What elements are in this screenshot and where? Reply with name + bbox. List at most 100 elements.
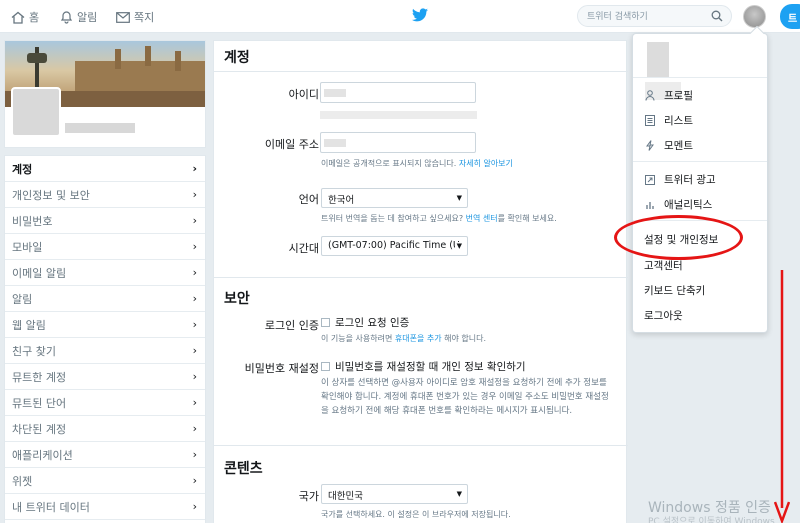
- annotation-down-arrow-icon: [773, 270, 791, 523]
- country-label: 국가: [298, 490, 319, 503]
- security-section-title: 보안: [224, 291, 250, 307]
- country-select[interactable]: 대한민국 ▼: [321, 484, 468, 504]
- list-icon: [644, 115, 656, 126]
- login-verification-checkbox-label[interactable]: 로그인 요청 인증: [335, 315, 409, 330]
- country-help-text: 국가를 선택하세요. 이 설정은 이 브라우저에 저장됩니다.: [321, 510, 511, 519]
- nav-home-label: 홈: [29, 11, 40, 24]
- timezone-label: 시간대: [288, 242, 319, 255]
- username-input[interactable]: [320, 82, 476, 103]
- email-label: 이메일 주소: [264, 138, 319, 151]
- learn-more-link[interactable]: 자세히 알아보기: [459, 159, 513, 168]
- envelope-icon: [116, 11, 130, 23]
- chevron-right-icon: ›: [192, 318, 197, 331]
- sidebar-item-find-friends[interactable]: 친구 찾기 ›: [5, 338, 205, 364]
- bell-icon: [60, 10, 73, 24]
- dropdown-user-redacted: [647, 42, 669, 78]
- sidebar-item-account[interactable]: 계정 ›: [5, 156, 205, 182]
- translation-center-link[interactable]: 번역 센터: [466, 214, 498, 223]
- windows-activation-watermark-sub: PC 설정으로 이동하여 Windows: [648, 517, 775, 523]
- divider: [214, 277, 628, 278]
- search-box[interactable]: [577, 5, 732, 27]
- language-select[interactable]: 한국어 ▼: [321, 188, 468, 208]
- profile-url-redacted: [320, 111, 477, 119]
- top-nav: 홈 알림 쪽지 트: [0, 0, 800, 33]
- annotation-highlight-oval: [614, 215, 743, 260]
- chevron-right-icon: ›: [192, 422, 197, 435]
- account-dropdown-menu: 프로필 리스트 모멘트 트위터 광고 애널리틱스 설정 및 개인정보 고객센터 …: [632, 25, 768, 333]
- chevron-right-icon: ›: [192, 344, 197, 357]
- password-reset-help: 이 상자를 선택하면 @사용자 아이디로 암호 재설정을 요청하기 전에 추가 …: [321, 378, 609, 416]
- sidebar-item-password[interactable]: 비밀번호 ›: [5, 208, 205, 234]
- menu-item-help-center[interactable]: 고객센터: [644, 258, 683, 273]
- login-verification-checkbox[interactable]: [321, 318, 330, 327]
- menu-item-lists[interactable]: 리스트: [644, 113, 693, 128]
- nav-notifications[interactable]: 알림: [60, 9, 97, 25]
- nav-messages[interactable]: 쪽지: [116, 9, 154, 25]
- sidebar-item-muted-accounts[interactable]: 뮤트한 계정 ›: [5, 364, 205, 390]
- menu-item-logout[interactable]: 로그아웃: [644, 308, 683, 323]
- sidebar-item-notifications[interactable]: 알림 ›: [5, 286, 205, 312]
- password-reset-label: 비밀번호 재설정: [244, 362, 319, 375]
- timezone-select[interactable]: (GMT-07:00) Pacific Time (U ▼: [321, 236, 468, 256]
- search-icon[interactable]: [711, 10, 723, 25]
- menu-item-keyboard-shortcuts[interactable]: 키보드 단축키: [644, 283, 705, 298]
- sidebar-item-mobile[interactable]: 모바일 ›: [5, 234, 205, 260]
- chevron-right-icon: ›: [192, 162, 197, 175]
- twitter-bird-icon[interactable]: [412, 8, 428, 25]
- password-reset-checkbox-label[interactable]: 비밀번호를 재설정할 때 개인 정보 확인하기: [335, 359, 526, 374]
- main-panel: 계정 아이디 이메일 주소 이메일은 공개적으로 표시되지 않습니다. 자세히 …: [213, 40, 628, 523]
- account-section-title: 계정: [224, 50, 250, 66]
- email-help-text: 이메일은 공개적으로 표시되지 않습니다. 자세히 알아보기: [321, 159, 513, 168]
- profile-card[interactable]: [4, 40, 206, 148]
- language-help-text: 트위터 번역을 돕는 데 참여하고 싶으세요? 번역 센터를 확인해 보세요.: [321, 214, 557, 223]
- sidebar-item-privacy-security[interactable]: 개인정보 및 보안 ›: [5, 182, 205, 208]
- dropdown-arrow-icon: ▼: [456, 194, 462, 202]
- login-verification-help: 이 기능을 사용하려면 휴대폰을 추가 해야 합니다.: [321, 334, 487, 343]
- lightning-icon: [644, 140, 656, 151]
- username-label: 아이디: [288, 88, 319, 101]
- login-verification-label: 로그인 인증: [264, 319, 319, 332]
- nav-home[interactable]: 홈: [11, 9, 39, 25]
- sidebar-item-applications[interactable]: 애플리케이션 ›: [5, 442, 205, 468]
- profile-avatar[interactable]: [11, 87, 61, 137]
- person-icon: [644, 90, 656, 101]
- dropdown-arrow-icon: ▼: [454, 242, 462, 250]
- sidebar-item-web-notifications[interactable]: 웹 알림 ›: [5, 312, 205, 338]
- bar-chart-icon: [644, 200, 656, 210]
- settings-nav: 계정 › 개인정보 및 보안 › 비밀번호 › 모바일 › 이메일 알림 › 알림 › 웹 …: [4, 155, 206, 523]
- nav-notifications-label: 알림: [77, 11, 98, 24]
- sidebar-item-widgets[interactable]: 위젯 ›: [5, 468, 205, 494]
- email-input[interactable]: [320, 132, 476, 153]
- nav-messages-label: 쪽지: [134, 11, 155, 24]
- menu-item-moments[interactable]: 모멘트: [644, 138, 693, 153]
- menu-item-twitter-ads[interactable]: 트위터 광고: [644, 172, 716, 187]
- tweet-button[interactable]: 트: [780, 4, 800, 29]
- content-section-title: 콘텐츠: [224, 461, 263, 477]
- chevron-right-icon: ›: [192, 474, 197, 487]
- password-reset-checkbox[interactable]: [321, 362, 330, 371]
- chevron-right-icon: ›: [192, 500, 197, 513]
- user-avatar-button[interactable]: [743, 5, 766, 28]
- add-phone-link[interactable]: 휴대폰을 추가: [395, 334, 442, 343]
- sidebar-item-blocked-accounts[interactable]: 차단된 계정 ›: [5, 416, 205, 442]
- external-link-icon: [644, 174, 656, 185]
- chevron-right-icon: ›: [192, 292, 197, 305]
- chevron-right-icon: ›: [192, 188, 197, 201]
- chevron-right-icon: ›: [192, 214, 197, 227]
- chevron-right-icon: ›: [192, 448, 197, 461]
- sidebar-item-muted-words[interactable]: 뮤트된 단어 ›: [5, 390, 205, 416]
- chevron-right-icon: ›: [192, 266, 197, 279]
- home-icon: [11, 11, 25, 24]
- menu-item-analytics[interactable]: 애널리틱스: [644, 197, 712, 212]
- menu-item-profile[interactable]: 프로필: [644, 88, 693, 103]
- sidebar-item-email-notifications[interactable]: 이메일 알림 ›: [5, 260, 205, 286]
- chevron-right-icon: ›: [192, 370, 197, 383]
- search-input[interactable]: [587, 9, 707, 24]
- divider: [214, 445, 628, 446]
- chevron-right-icon: ›: [192, 240, 197, 253]
- profile-name-redacted: [65, 123, 135, 133]
- chevron-right-icon: ›: [192, 396, 197, 409]
- sidebar-item-your-data[interactable]: 내 트위터 데이터 ›: [5, 494, 205, 520]
- dropdown-arrow-icon: ▼: [456, 490, 462, 498]
- divider: [214, 71, 628, 72]
